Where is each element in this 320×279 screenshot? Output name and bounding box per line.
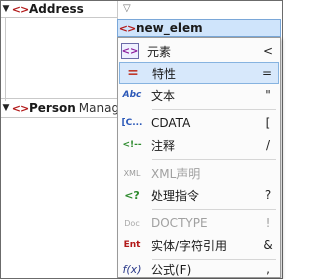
tree-label-person: Person xyxy=(29,101,76,115)
menu-item-label: 注释 xyxy=(151,138,176,153)
menu-item-label: DOCTYPE xyxy=(151,216,208,230)
processing-instruction-icon: <? xyxy=(124,188,140,202)
grid-line xyxy=(1,17,117,18)
tree-row-person[interactable]: ▼ <> Person Manage xyxy=(1,100,127,116)
collapse-arrow-icon[interactable]: ▼ xyxy=(1,103,11,113)
element-icon: <> xyxy=(121,43,139,59)
menu-item-shortcut: ! xyxy=(265,216,271,230)
xml-grid-view: ▼ <> Address ▽ ▼ <> Person Manage <> new… xyxy=(0,0,283,279)
text-icon: Abc xyxy=(122,90,142,100)
element-icon: <> xyxy=(11,2,29,16)
menu-item-label: 处理指令 xyxy=(151,188,200,203)
menu-item-label: 特性 xyxy=(152,66,177,81)
cdata-icon: [C... xyxy=(121,118,143,128)
menu-item-shortcut: , xyxy=(266,262,270,276)
menu-item-processing-instruction[interactable]: <? 处理指令 ? xyxy=(119,184,279,206)
new-element-label: new_elem xyxy=(136,21,203,35)
menu-item-label: 实体/字符引用 xyxy=(151,238,228,253)
menu-item-shortcut: " xyxy=(265,88,271,102)
menu-item-shortcut: / xyxy=(265,138,271,152)
menu-item-shortcut: = xyxy=(261,66,273,80)
entity-reference-icon: Ent xyxy=(123,240,141,250)
comment-icon: <!-- xyxy=(122,140,142,150)
menu-item-shortcut: & xyxy=(263,238,273,252)
menu-item-shortcut: < xyxy=(262,44,274,58)
formula-icon: f(x) xyxy=(122,262,142,276)
filter-icon[interactable]: ▽ xyxy=(123,3,131,14)
menu-item-comment[interactable]: <!-- 注释 / xyxy=(119,134,279,156)
doctype-icon: Doc xyxy=(124,218,140,228)
grid-line xyxy=(117,1,118,19)
menu-item-label: CDATA xyxy=(151,116,191,130)
grid-line xyxy=(1,117,117,118)
attribute-icon: = xyxy=(127,65,139,81)
menu-item-formula[interactable]: f(x) 公式(F) , xyxy=(119,262,279,277)
menu-item-text[interactable]: Abc 文本 " xyxy=(119,84,279,106)
menu-item-label: 公式(F) xyxy=(151,262,192,277)
grid-line xyxy=(5,17,6,101)
menu-item-entity-reference[interactable]: Ent 实体/字符引用 & xyxy=(119,234,279,256)
element-icon: <> xyxy=(118,21,136,35)
menu-separator xyxy=(152,209,276,210)
menu-item-xml-declaration[interactable]: XML XML声明 xyxy=(119,162,279,184)
element-icon: <> xyxy=(11,101,29,115)
tree-row-address[interactable]: ▼ <> Address xyxy=(1,1,84,17)
menu-item-attribute[interactable]: = 特性 = xyxy=(119,62,279,84)
collapse-arrow-icon[interactable]: ▼ xyxy=(1,4,11,14)
menu-item-label: 元素 xyxy=(147,44,172,59)
menu-item-label: XML声明 xyxy=(151,166,201,181)
menu-separator xyxy=(152,109,276,110)
xml-declaration-icon: XML xyxy=(123,168,141,178)
menu-item-shortcut: [ xyxy=(265,116,271,130)
menu-item-cdata[interactable]: [C... CDATA [ xyxy=(119,112,279,134)
grid-line xyxy=(1,98,117,99)
menu-item-shortcut: ? xyxy=(264,188,272,202)
menu-item-element[interactable]: <> 元素 < xyxy=(119,40,279,62)
menu-item-doctype[interactable]: Doc DOCTYPE ! xyxy=(119,212,279,234)
menu-item-label: 文本 xyxy=(151,88,176,103)
menu-separator xyxy=(152,159,276,160)
insert-node-menu: <> 元素 < = 特性 = Abc 文本 " [C... CDATA [ <!… xyxy=(117,37,281,278)
tree-label-address: Address xyxy=(29,2,84,16)
new-element-node[interactable]: <> new_elem xyxy=(117,19,281,37)
